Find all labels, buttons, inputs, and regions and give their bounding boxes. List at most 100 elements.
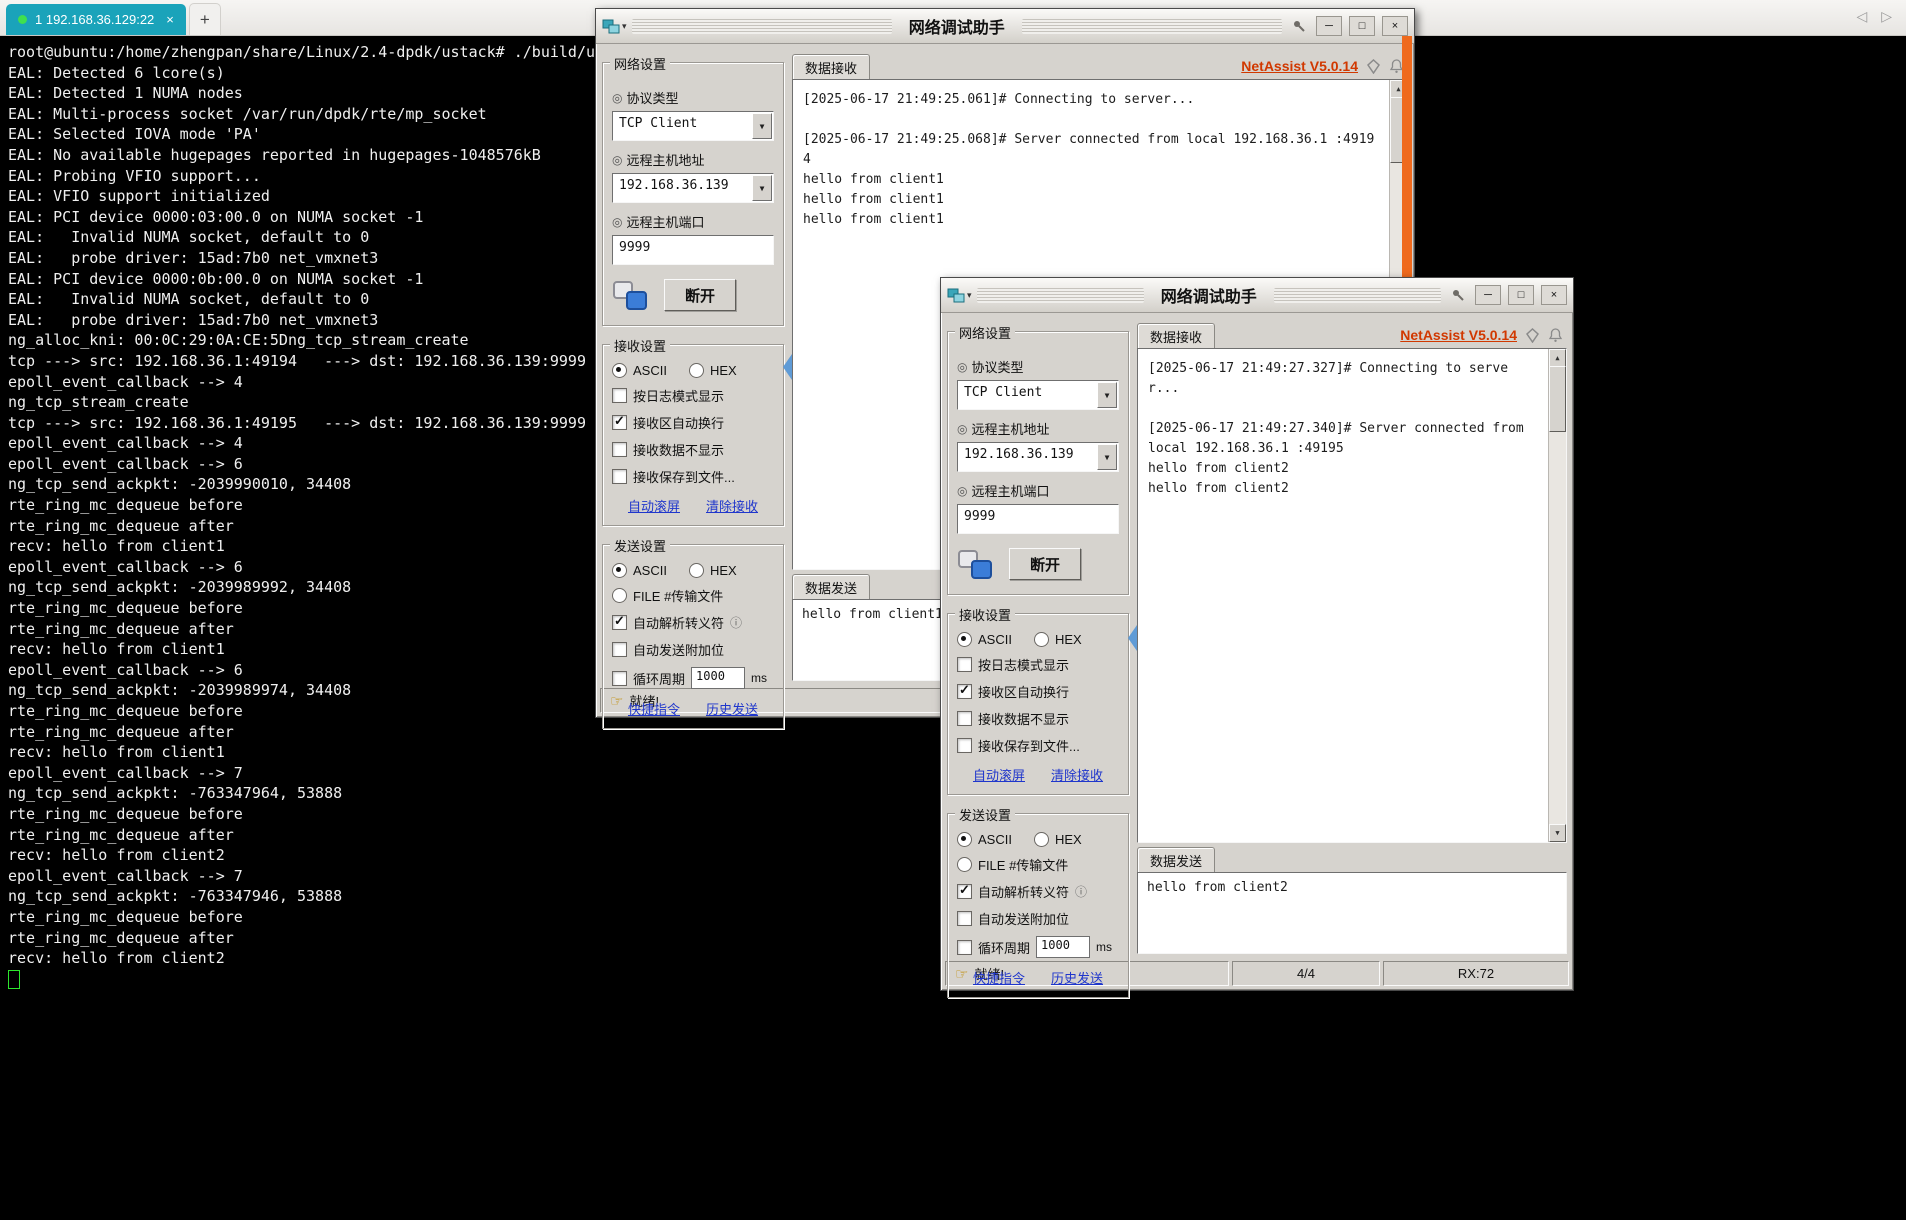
remote-host-select[interactable]: 192.168.36.139 ▼: [612, 173, 774, 203]
connection-toggle-icon[interactable]: [957, 549, 993, 580]
bell-icon[interactable]: [1548, 327, 1563, 343]
connection-toggle-icon[interactable]: [612, 280, 648, 311]
checkbox[interactable]: [612, 388, 627, 403]
radio[interactable]: [688, 563, 704, 578]
remote-host-select[interactable]: 192.168.36.139 ▼: [957, 442, 1119, 472]
disconnect-button[interactable]: 断开: [1009, 548, 1082, 580]
tab-data-send[interactable]: 数据发送: [1137, 847, 1216, 872]
radio[interactable]: [612, 363, 627, 378]
close-tab-icon[interactable]: ×: [166, 12, 174, 27]
ascii-radio-option[interactable]: ASCII: [957, 832, 1012, 847]
checkbox-option[interactable]: 接收区自动换行: [612, 413, 774, 432]
checkbox[interactable]: [957, 911, 972, 926]
checkbox-option[interactable]: 循环周期 1000 ms: [957, 936, 1119, 958]
checkbox[interactable]: [612, 670, 627, 686]
checkbox[interactable]: [957, 682, 972, 699]
protocol-select[interactable]: TCP Client ▼: [612, 111, 774, 141]
checkbox[interactable]: [957, 882, 972, 899]
dropdown-arrow-icon[interactable]: ▼: [1097, 444, 1117, 470]
netassist-version-link[interactable]: NetAssist V5.0.14: [1241, 58, 1358, 74]
cycle-period-input[interactable]: 1000: [1036, 936, 1091, 958]
maximize-button[interactable]: □: [1508, 285, 1535, 305]
close-button[interactable]: ×: [1382, 16, 1409, 36]
checkbox[interactable]: [612, 442, 627, 457]
dropdown-arrow-icon[interactable]: ▼: [1097, 382, 1117, 408]
hex-radio-option[interactable]: HEX: [688, 363, 737, 378]
disconnect-button[interactable]: 断开: [664, 279, 737, 311]
titlebar[interactable]: ▾ 网络调试助手 ─ □ ×: [596, 9, 1414, 44]
titlebar[interactable]: ▾ 网络调试助手 ─ □ ×: [941, 278, 1573, 313]
theme-icon[interactable]: [1366, 58, 1381, 74]
scroll-down-icon[interactable]: ▼: [1549, 824, 1566, 842]
radio-option[interactable]: FILE #传输文件: [612, 586, 774, 605]
tab-data-send[interactable]: 数据发送: [792, 574, 871, 599]
receive-data-area[interactable]: [2025-06-17 21:49:27.327]# Connecting to…: [1137, 348, 1567, 843]
pin-icon[interactable]: [1289, 17, 1309, 35]
checkbox[interactable]: [612, 469, 627, 484]
info-icon[interactable]: ⓘ: [1075, 883, 1087, 900]
tab-data-receive[interactable]: 数据接收: [1137, 323, 1216, 348]
checkbox[interactable]: [957, 738, 972, 753]
checkbox-option[interactable]: 按日志模式显示: [957, 655, 1119, 674]
checkbox[interactable]: [612, 642, 627, 657]
scrollbar-thumb[interactable]: [1549, 366, 1566, 432]
radio[interactable]: [612, 588, 627, 603]
send-data-area[interactable]: hello from client2: [1137, 872, 1567, 954]
scroll-up-icon[interactable]: ▲: [1549, 349, 1566, 367]
checkbox[interactable]: [957, 711, 972, 726]
checkbox-option[interactable]: 自动解析转义符 ⓘ: [957, 882, 1119, 901]
remote-port-input[interactable]: 9999: [957, 504, 1119, 534]
checkbox-option[interactable]: 按日志模式显示: [612, 386, 774, 405]
ascii-radio-option[interactable]: ASCII: [612, 563, 667, 578]
theme-icon[interactable]: [1525, 327, 1540, 343]
tab-nav-left-icon[interactable]: ◁: [1856, 8, 1867, 25]
cycle-period-input[interactable]: 1000: [691, 667, 746, 689]
pin-icon[interactable]: [1448, 286, 1468, 304]
checkbox-option[interactable]: 接收保存到文件...: [957, 736, 1119, 755]
shortcut-commands-link[interactable]: 快捷指令: [628, 699, 680, 718]
close-button[interactable]: ×: [1541, 285, 1568, 305]
minimize-button[interactable]: ─: [1475, 285, 1502, 305]
checkbox[interactable]: [612, 613, 627, 630]
remote-port-input[interactable]: 9999: [612, 235, 774, 265]
hex-radio-option[interactable]: HEX: [1033, 832, 1082, 847]
radio[interactable]: [957, 857, 972, 872]
scrollbar[interactable]: ▲ ▼: [1548, 349, 1566, 842]
protocol-select[interactable]: TCP Client ▼: [957, 380, 1119, 410]
ascii-radio-option[interactable]: ASCII: [957, 632, 1012, 647]
hex-radio-option[interactable]: HEX: [688, 563, 737, 578]
app-icon[interactable]: ▾: [947, 288, 972, 303]
radio-option[interactable]: FILE #传输文件: [957, 855, 1119, 874]
checkbox-option[interactable]: 自动发送附加位: [957, 909, 1119, 928]
collapse-panel-arrow[interactable]: [783, 353, 792, 380]
checkbox-option[interactable]: 循环周期 1000 ms: [612, 667, 774, 689]
collapse-panel-arrow[interactable]: [1128, 624, 1137, 651]
app-icon[interactable]: ▾: [602, 19, 627, 34]
checkbox[interactable]: [957, 657, 972, 672]
tab-data-receive[interactable]: 数据接收: [792, 54, 871, 79]
autoscroll-link[interactable]: 自动滚屏: [628, 496, 680, 515]
send-history-link[interactable]: 历史发送: [706, 699, 758, 718]
ascii-radio-option[interactable]: ASCII: [612, 363, 667, 378]
checkbox-option[interactable]: 接收数据不显示: [957, 709, 1119, 728]
checkbox-option[interactable]: 自动解析转义符 ⓘ: [612, 613, 774, 632]
minimize-button[interactable]: ─: [1316, 16, 1343, 36]
dropdown-arrow-icon[interactable]: ▼: [752, 175, 772, 201]
radio[interactable]: [1033, 632, 1049, 647]
shortcut-commands-link[interactable]: 快捷指令: [973, 968, 1025, 987]
checkbox-option[interactable]: 接收保存到文件...: [612, 467, 774, 486]
clear-receive-link[interactable]: 清除接收: [706, 496, 758, 515]
checkbox[interactable]: [957, 939, 972, 955]
radio[interactable]: [612, 563, 627, 578]
tab-nav-right-icon[interactable]: ▷: [1881, 8, 1892, 25]
info-icon[interactable]: ⓘ: [730, 614, 742, 631]
send-history-link[interactable]: 历史发送: [1051, 968, 1103, 987]
radio[interactable]: [957, 632, 972, 647]
hex-radio-option[interactable]: HEX: [1033, 632, 1082, 647]
maximize-button[interactable]: □: [1349, 16, 1376, 36]
netassist-version-link[interactable]: NetAssist V5.0.14: [1400, 327, 1517, 343]
clear-receive-link[interactable]: 清除接收: [1051, 765, 1103, 784]
checkbox-option[interactable]: 自动发送附加位: [612, 640, 774, 659]
autoscroll-link[interactable]: 自动滚屏: [973, 765, 1025, 784]
new-tab-button[interactable]: +: [188, 3, 221, 35]
